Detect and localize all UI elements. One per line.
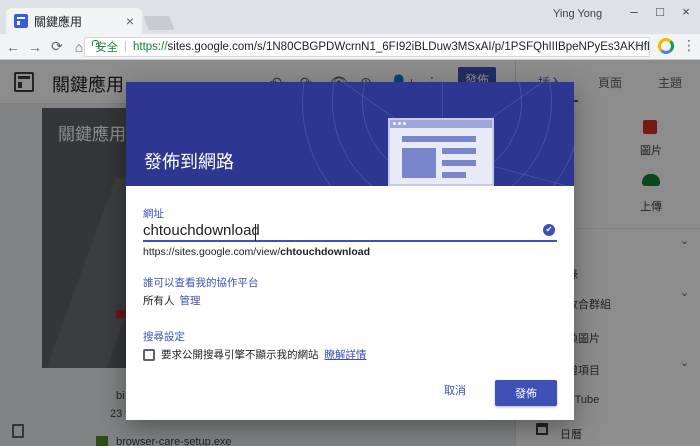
- dialog-header: 發佈到網路: [126, 82, 574, 186]
- url-text: sites.google.com/s/1N80CBGPDWcrnN1_6FI92…: [167, 41, 650, 53]
- minimize-icon[interactable]: –: [624, 4, 644, 19]
- website-illustration-icon: [388, 118, 494, 186]
- publish-button[interactable]: 發佈: [495, 380, 557, 406]
- visibility-label: 誰可以查看我的協作平台: [143, 277, 259, 289]
- learn-more-link[interactable]: 瞭解詳情: [325, 347, 367, 362]
- full-url-prefix: https://sites.google.com/view/: [143, 246, 281, 258]
- check-circle-icon: ✔: [543, 224, 555, 236]
- extension-icon[interactable]: [658, 38, 674, 54]
- browser-menu-icon[interactable]: ⋮: [682, 37, 696, 54]
- visibility-everyone: 所有人: [143, 295, 175, 307]
- tab-strip: 關鍵應用 × Ying Yong – □ ×: [0, 0, 700, 34]
- publish-dialog: 發佈到網路 網址 ✔ https://sites.google.com/view…: [126, 82, 574, 420]
- cancel-button[interactable]: 取消: [444, 382, 466, 398]
- tab-title: 關鍵應用: [34, 14, 83, 29]
- url-label: 網址: [143, 208, 164, 220]
- back-icon[interactable]: ←: [2, 36, 24, 58]
- browser-toolbar: ← → ⟳ ⌂ 安全 | https:// sites.google.com/s…: [0, 34, 700, 60]
- text-cursor: [255, 224, 256, 241]
- address-bar[interactable]: 安全 | https:// sites.google.com/s/1N80CBG…: [84, 37, 650, 57]
- search-setting-row: 要求公開搜尋引擎不顯示我的網站 瞭解詳情: [143, 347, 367, 362]
- full-url-slug: chtouchdownload: [280, 246, 370, 258]
- visibility-value: 所有人 管理: [143, 293, 201, 308]
- manage-link[interactable]: 管理: [180, 295, 201, 307]
- maximize-icon[interactable]: □: [650, 4, 670, 19]
- forward-icon[interactable]: →: [24, 36, 46, 58]
- tab-close-icon[interactable]: ×: [126, 14, 134, 28]
- dialog-title: 發佈到網路: [144, 152, 234, 173]
- address-separator: |: [124, 41, 127, 53]
- reload-icon[interactable]: ⟳: [46, 36, 68, 58]
- url-scheme: https://: [133, 41, 168, 53]
- url-field: ✔: [143, 220, 557, 242]
- browser-tab[interactable]: 關鍵應用 ×: [6, 8, 142, 34]
- bookmark-star-icon[interactable]: ☆: [633, 39, 645, 55]
- full-url-preview: https://sites.google.com/view/chtouchdow…: [143, 246, 370, 258]
- close-window-icon[interactable]: ×: [676, 4, 696, 19]
- profile-name[interactable]: Ying Yong: [553, 8, 602, 20]
- new-tab-button[interactable]: [143, 16, 175, 30]
- url-input[interactable]: [143, 221, 523, 239]
- search-settings-label: 搜尋設定: [143, 331, 185, 343]
- hide-from-search-checkbox[interactable]: [143, 348, 155, 361]
- hide-from-search-label[interactable]: 要求公開搜尋引擎不顯示我的網站: [161, 347, 319, 362]
- site-favicon-icon: [14, 14, 28, 28]
